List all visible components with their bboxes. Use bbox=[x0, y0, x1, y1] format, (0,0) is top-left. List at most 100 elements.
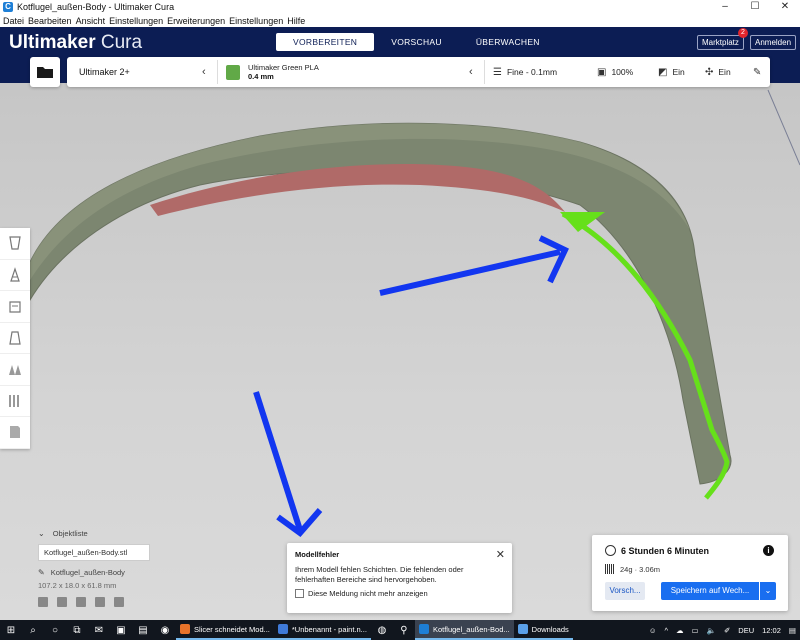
app-icon-4[interactable]: ⚲ bbox=[393, 620, 415, 640]
info-icon[interactable]: i bbox=[763, 545, 774, 556]
view-left-icon[interactable] bbox=[95, 597, 105, 607]
menu-ansicht[interactable]: Ansicht bbox=[76, 16, 106, 26]
object-list-toggle[interactable]: ⌄ Objektliste bbox=[38, 529, 188, 538]
model-error-message: Modellfehler ✕ Ihrem Modell fehlen Schic… bbox=[287, 543, 512, 613]
app-icon-2[interactable]: ▤ bbox=[132, 620, 154, 640]
menu-hilfe[interactable]: Hilfe bbox=[287, 16, 305, 26]
login-button[interactable]: Anmelden bbox=[750, 35, 797, 50]
rotate-tool[interactable] bbox=[0, 291, 30, 323]
window-titlebar: C Kotflugel_außen-Body - Ultimaker Cura … bbox=[0, 0, 800, 14]
mirror-tool[interactable] bbox=[0, 323, 30, 354]
stage-tabs: VORBEREITEN VORSCHAU ÜBERWACHEN bbox=[276, 33, 557, 51]
menu-einstellungen-2[interactable]: Einstellungen bbox=[229, 16, 283, 26]
cortana-icon[interactable]: ○ bbox=[44, 620, 66, 640]
download-icon bbox=[517, 624, 528, 634]
app-icon-3[interactable]: ◍ bbox=[371, 620, 393, 640]
per-model-settings-tool[interactable] bbox=[0, 354, 30, 386]
windows-taskbar: ⊞ ⌕ ○ ⧉ ✉ ▣ ▤ ◉ Slicer schneidet Mod... … bbox=[0, 620, 800, 640]
adhesion-icon: ✣ bbox=[705, 66, 714, 78]
network-icon[interactable]: ▭ bbox=[692, 626, 699, 635]
view-top-icon[interactable] bbox=[76, 597, 86, 607]
open-file-button[interactable] bbox=[30, 57, 60, 87]
printer-chevron-icon[interactable]: ‹ bbox=[202, 57, 206, 87]
view-right-icon[interactable] bbox=[114, 597, 124, 607]
tab-prepare[interactable]: VORBEREITEN bbox=[276, 33, 375, 51]
save-to-removable-button[interactable]: Speichern auf Wech... bbox=[661, 582, 759, 600]
chrome-icon[interactable]: ◉ bbox=[154, 620, 176, 640]
app-icon-1[interactable]: ▣ bbox=[110, 620, 132, 640]
search-icon[interactable]: ⌕ bbox=[22, 620, 44, 640]
move-icon bbox=[9, 236, 21, 250]
taskbar-item-cura[interactable]: Kotflugel_außen-Bod... bbox=[414, 620, 514, 640]
object-dimensions: 107.2 x 18.0 x 61.8 mm bbox=[38, 581, 117, 590]
tab-preview[interactable]: VORSCHAU bbox=[374, 33, 459, 51]
object-list-item[interactable]: Kotflugel_außen-Body.stl bbox=[38, 544, 150, 561]
adhesion-setting[interactable]: ✣ Ein bbox=[705, 57, 731, 87]
filament-icon bbox=[605, 564, 615, 574]
volume-icon[interactable]: 🔈 bbox=[707, 626, 716, 635]
menu-einstellungen[interactable]: Einstellungen bbox=[109, 16, 163, 26]
scale-icon bbox=[10, 266, 20, 282]
minimize-button[interactable]: – bbox=[710, 0, 740, 14]
tool-panel bbox=[0, 228, 30, 449]
scale-tool[interactable] bbox=[0, 260, 30, 291]
print-settings-selector[interactable]: ☰ Fine - 0.1mm bbox=[493, 57, 557, 87]
infill-value: 100% bbox=[611, 67, 634, 77]
taskbar-item-downloads[interactable]: Downloads bbox=[513, 620, 573, 640]
mail-icon[interactable]: ✉ bbox=[88, 620, 110, 640]
support-value: Ein bbox=[672, 67, 685, 77]
checkbox-label: Diese Meldung nicht mehr anzeigen bbox=[308, 589, 428, 598]
material-usage: 24g · 3.06m bbox=[620, 564, 661, 574]
view-front-icon[interactable] bbox=[57, 597, 67, 607]
dont-show-again-checkbox[interactable]: Diese Meldung nicht mehr anzeigen bbox=[295, 589, 504, 598]
preview-button[interactable]: Vorsch... bbox=[605, 582, 645, 600]
print-time-row: 6 Stunden 6 Minuten bbox=[605, 545, 709, 556]
maximize-button[interactable]: ☐ bbox=[740, 0, 770, 14]
object-list: ⌄ Objektliste Kotflugel_außen-Body.stl ✎… bbox=[38, 529, 188, 607]
clock[interactable]: 12:02 bbox=[762, 626, 781, 635]
marketplace-button[interactable]: Marktplatz bbox=[697, 35, 744, 50]
tab-monitor[interactable]: ÜBERWACHEN bbox=[459, 33, 557, 51]
blue-arrow-down bbox=[253, 391, 323, 538]
support-setting[interactable]: ◩ Ein bbox=[658, 57, 685, 87]
material-selector[interactable]: Ultimaker Green PLA 0.4 mm bbox=[226, 57, 319, 87]
blue-arrow-right bbox=[379, 235, 569, 296]
object-name: Kotflugel_außen-Body bbox=[50, 568, 125, 577]
system-tray: ☺ ^ ☁ ▭ 🔈 ✐ DEU 12:02 ▤ bbox=[645, 620, 800, 640]
view-3d-icon[interactable] bbox=[38, 597, 48, 607]
menu-bearbeiten[interactable]: Bearbeiten bbox=[28, 16, 72, 26]
checkbox-box[interactable] bbox=[295, 589, 304, 598]
close-button[interactable]: ✕ bbox=[770, 0, 800, 14]
extruder-icon bbox=[226, 64, 240, 80]
menu-erweiterungen[interactable]: Erweiterungen bbox=[167, 16, 225, 26]
cloud-icon[interactable]: ☁ bbox=[676, 626, 684, 635]
material-chevron-icon[interactable]: ‹ bbox=[469, 57, 473, 87]
material-name: Ultimaker Green PLA bbox=[248, 63, 319, 72]
windows-start-icon[interactable]: ⊞ bbox=[0, 620, 22, 640]
notification-icon[interactable]: ▤ bbox=[789, 626, 796, 635]
window-controls: – ☐ ✕ bbox=[710, 0, 800, 14]
view-buttons bbox=[38, 597, 188, 607]
menu-bar: Datei Bearbeiten Ansicht Einstellungen E… bbox=[0, 14, 800, 27]
edit-settings-icon[interactable]: ✎ bbox=[753, 57, 761, 87]
object-name-row[interactable]: ✎ Kotflugel_außen-Body bbox=[38, 568, 188, 577]
per-model-settings-icon bbox=[9, 365, 21, 376]
infill-setting[interactable]: ▣ 100% bbox=[597, 57, 633, 87]
taskbar-item-paint[interactable]: *Unbenannt - paint.n... bbox=[273, 620, 371, 640]
menu-datei[interactable]: Datei bbox=[3, 16, 24, 26]
pen-icon[interactable]: ✐ bbox=[724, 626, 730, 635]
task-view-icon[interactable]: ⧉ bbox=[66, 620, 88, 640]
move-tool[interactable] bbox=[0, 228, 30, 260]
language-indicator[interactable]: DEU bbox=[738, 626, 754, 635]
support-blocker-tool[interactable] bbox=[0, 386, 30, 417]
object-list-label: Objektliste bbox=[52, 529, 88, 538]
taskbar-item-firefox[interactable]: Slicer schneidet Mod... bbox=[176, 620, 274, 640]
tray-chevron-icon[interactable]: ^ bbox=[665, 626, 669, 635]
close-icon[interactable]: ✕ bbox=[496, 548, 505, 561]
custom-tool[interactable] bbox=[0, 417, 30, 449]
output-device-dropdown[interactable]: ⌄ bbox=[760, 582, 776, 600]
printer-selector[interactable]: Ultimaker 2+ bbox=[79, 57, 130, 87]
adhesion-value: Ein bbox=[718, 67, 731, 77]
material-usage-row: 24g · 3.06m bbox=[605, 564, 660, 574]
people-icon[interactable]: ☺ bbox=[649, 626, 657, 635]
